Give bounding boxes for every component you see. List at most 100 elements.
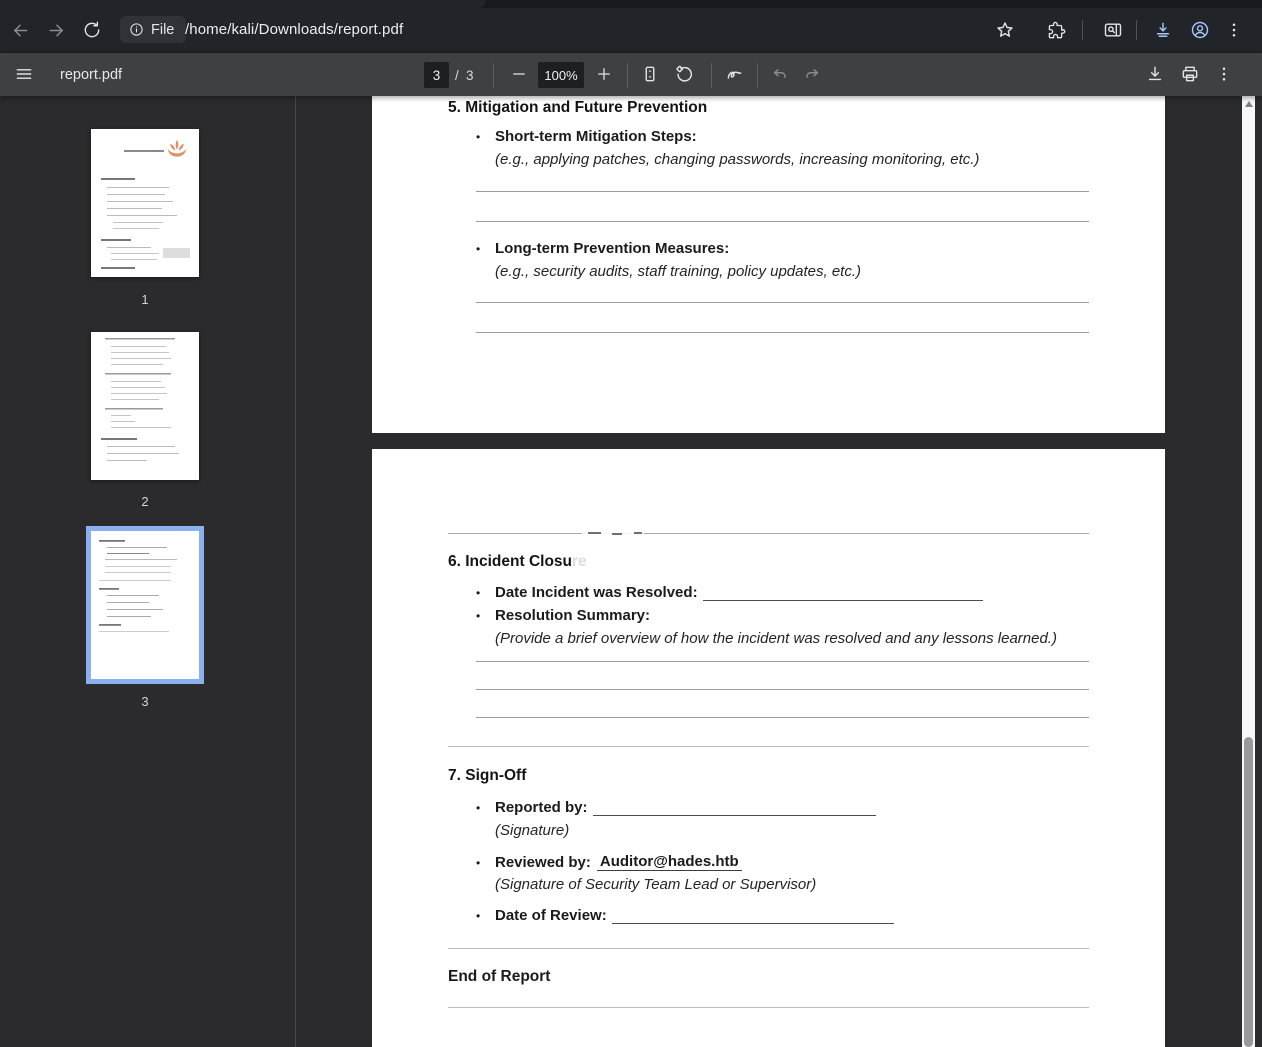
scrollbar[interactable] — [1242, 96, 1255, 1047]
annotate-button[interactable] — [720, 60, 748, 88]
pdf-more-button[interactable] — [1210, 60, 1238, 88]
date-review-label: Date of Review: — [495, 907, 607, 924]
section-5-title: 5. Mitigation and Future Prevention — [448, 99, 707, 117]
tab-strip — [0, 0, 1262, 8]
blank-fill-line — [476, 332, 1089, 333]
rule-line — [448, 1007, 1089, 1008]
resolution-label: Resolution Summary: — [495, 607, 650, 624]
url-text[interactable]: /home/kali/Downloads/report.pdf — [185, 16, 403, 43]
profile-icon — [1190, 20, 1210, 40]
lotus-logo-icon — [165, 138, 189, 159]
download-icon — [1153, 20, 1173, 40]
reviewed-by-label: Reviewed by: — [495, 854, 591, 871]
rotate-button[interactable] — [670, 60, 698, 88]
print-button[interactable] — [1176, 60, 1204, 88]
forward-button[interactable] — [42, 16, 70, 44]
reviewed-by-value[interactable]: Auditor@hades.htb — [597, 853, 742, 871]
reload-button[interactable] — [78, 16, 106, 44]
back-icon — [10, 20, 31, 41]
toolbar-separator — [757, 63, 758, 88]
date-review-item: • Date of Review: — [476, 907, 894, 924]
date-resolved-item: • Date Incident was Resolved: — [476, 584, 983, 601]
toolbar-separator — [711, 63, 712, 88]
page-number-input[interactable]: 3 — [424, 62, 449, 88]
bookmark-button[interactable] — [991, 16, 1019, 44]
rule-line — [448, 948, 1089, 949]
bullet-glyph: • — [476, 856, 495, 871]
page-thumbnail-1[interactable] — [91, 129, 199, 277]
bullet-glyph: • — [476, 801, 495, 816]
section-7-title: 7. Sign-Off — [448, 767, 526, 785]
zoom-out-button[interactable] — [505, 60, 533, 88]
zoom-level[interactable]: 100% — [538, 62, 584, 88]
page-thumbnail-2[interactable] — [91, 332, 199, 480]
info-icon — [129, 22, 144, 37]
redo-icon — [802, 64, 822, 84]
extensions-button[interactable] — [1042, 16, 1070, 44]
artifact-dash — [588, 532, 601, 534]
short-term-hint: (e.g., applying patches, changing passwo… — [495, 151, 979, 168]
printer-icon — [1180, 64, 1200, 84]
undo-button[interactable] — [766, 60, 794, 88]
long-term-label: Long-term Prevention Measures: — [495, 240, 729, 257]
side-panel-button[interactable] — [1099, 16, 1127, 44]
profile-button[interactable] — [1186, 16, 1214, 44]
download-icon — [1145, 64, 1165, 84]
short-term-label: Short-term Mitigation Steps: — [495, 128, 697, 145]
page-thumbnail-3-selected[interactable] — [91, 531, 199, 679]
kebab-menu-icon — [1225, 21, 1243, 39]
end-of-report-label: End of Report — [448, 968, 550, 986]
pdf-viewer: 1 2 3 5. Mitigation and Future Preventio… — [0, 96, 1262, 1047]
star-icon — [995, 20, 1015, 40]
bullet-glyph: • — [476, 609, 495, 624]
back-button[interactable] — [6, 16, 34, 44]
resolution-hint: (Provide a brief overview of how the inc… — [495, 630, 1057, 647]
document-title: report.pdf — [60, 53, 122, 97]
reported-by-note: (Signature) — [495, 822, 569, 839]
bullet-glyph: • — [476, 242, 495, 257]
bullet-glyph: • — [476, 586, 495, 601]
fit-page-button[interactable] — [636, 60, 664, 88]
pdf-menu-button[interactable] — [10, 60, 38, 88]
downloads-button[interactable] — [1149, 16, 1177, 44]
blank-fill-line — [476, 221, 1089, 222]
scroll-up-button[interactable] — [1242, 98, 1255, 110]
blank-fill-line — [476, 717, 1089, 718]
thumbnail-label-2: 2 — [91, 494, 199, 509]
zoom-in-button[interactable] — [590, 60, 618, 88]
scheme-label: File — [151, 22, 174, 38]
sidebar-separator — [295, 96, 296, 1047]
short-term-item: • Short-term Mitigation Steps: — [476, 128, 697, 145]
toolbar-separator — [1136, 20, 1137, 40]
pdf-download-button[interactable] — [1141, 60, 1169, 88]
toolbar-separator — [627, 63, 628, 88]
rule-line — [448, 533, 1089, 534]
blank-fill-line — [476, 191, 1089, 192]
forward-icon — [46, 20, 67, 41]
redo-button[interactable] — [798, 60, 826, 88]
active-tab-bottom — [0, 0, 486, 8]
toolbar-separator — [1082, 20, 1083, 40]
pen-squiggle-icon — [724, 64, 745, 85]
arrow-up-icon — [1245, 101, 1253, 107]
resolution-item: • Resolution Summary: — [476, 607, 650, 624]
blank-fill-line — [476, 302, 1089, 303]
scrollbar-thumb[interactable] — [1244, 737, 1253, 1047]
reported-by-label: Reported by: — [495, 799, 588, 816]
puzzle-icon — [1047, 21, 1066, 40]
fit-page-icon — [640, 64, 660, 84]
pdf-page-2: 5. Mitigation and Future Prevention • Sh… — [372, 96, 1165, 433]
plus-icon — [595, 65, 613, 83]
page-divider: / — [455, 53, 459, 97]
long-term-hint: (e.g., security audits, staff training, … — [495, 263, 861, 280]
file-scheme-chip[interactable]: File — [120, 16, 186, 43]
reported-by-item: • Reported by: — [476, 799, 876, 816]
date-resolved-label: Date Incident was Resolved: — [495, 584, 698, 601]
minus-icon — [510, 65, 528, 83]
signature-line — [593, 802, 876, 816]
artifact-dash — [634, 532, 642, 534]
thumbnail-label-1: 1 — [91, 292, 199, 307]
browser-menu-button[interactable] — [1220, 16, 1248, 44]
signature-line — [703, 587, 983, 601]
rotate-icon — [674, 64, 695, 85]
